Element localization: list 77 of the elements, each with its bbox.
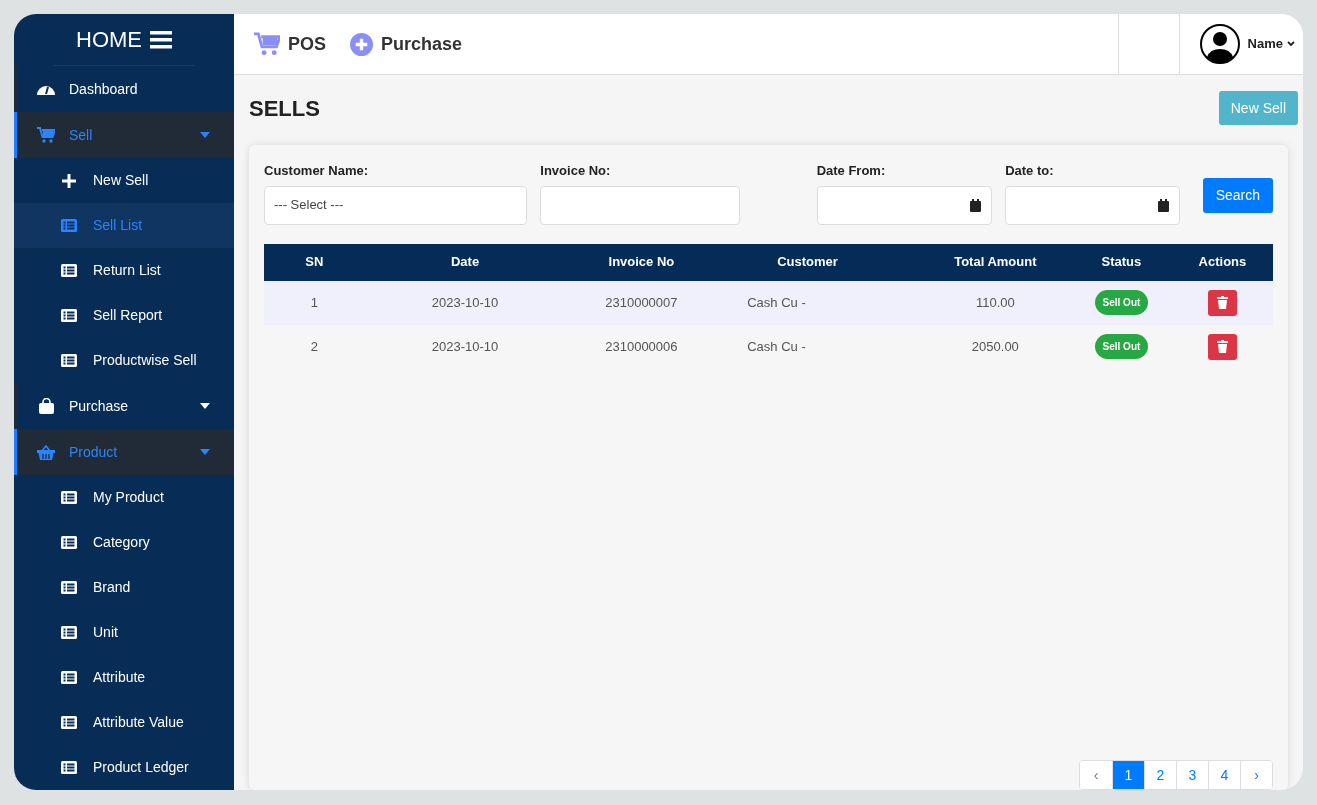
column-header: Total Amount (919, 243, 1071, 281)
table-cell: 2023-10-10 (431, 294, 499, 310)
sidebar-item[interactable]: Attribute Value (14, 700, 234, 745)
brand-title[interactable]: HOME (76, 23, 142, 56)
table-cell: 2 (310, 338, 318, 354)
field-label: Date to: (1005, 162, 1055, 180)
calendar-icon (1158, 198, 1170, 212)
sidebar-item[interactable]: Brand (14, 565, 234, 610)
table-cell: 110.00 (975, 294, 1015, 310)
top-link[interactable]: Purchase (350, 30, 463, 58)
list-icon (61, 581, 77, 594)
menu-icon[interactable] (150, 30, 172, 49)
page-link[interactable]: 1 (1112, 761, 1144, 789)
page-link[interactable]: › (1240, 761, 1272, 789)
sidebar-item[interactable]: Productwise Sell (14, 338, 234, 383)
table-cell: 2310000006 (605, 338, 678, 354)
calendar-icon (969, 198, 981, 212)
sidebar-item[interactable]: My Product (14, 475, 234, 520)
sidebar-item[interactable]: Sell Report (14, 293, 234, 338)
date-field[interactable] (816, 185, 992, 225)
table-cell: Cash Cu - (747, 338, 806, 354)
invoice-field[interactable] (540, 185, 741, 225)
page-title: SELLS (249, 95, 320, 123)
caret-icon (200, 132, 210, 138)
table-cell: 2023-10-10 (431, 338, 499, 354)
list-icon (61, 264, 77, 277)
top-link[interactable]: POS (254, 30, 326, 58)
list-icon (61, 536, 77, 549)
sidebar-item[interactable]: New Sell (14, 158, 234, 203)
list-icon (61, 716, 77, 729)
chevron-down-icon (1287, 41, 1295, 47)
avatar-icon[interactable] (1199, 24, 1240, 64)
table-cell: 2310000007 (605, 294, 678, 310)
column-header: SN (264, 243, 365, 281)
field-label: Customer Name: (264, 162, 370, 180)
delete-button[interactable] (1207, 289, 1237, 316)
column-header: Customer (717, 243, 920, 281)
bag-icon (38, 398, 54, 414)
list-icon (61, 671, 77, 684)
field-label: Invoice No: (540, 162, 612, 180)
sidebar-item[interactable]: Return List (14, 248, 234, 293)
column-header: Date (364, 243, 566, 281)
list-icon (61, 354, 77, 367)
column-header: Invoice No (565, 243, 718, 281)
column-header: Actions (1171, 243, 1273, 281)
list-icon (61, 761, 77, 774)
sidebar-item[interactable]: Product Ledger (14, 745, 234, 790)
cart-icon (254, 32, 280, 56)
list-icon (61, 219, 77, 232)
caret-icon (200, 449, 210, 455)
column-header: Status (1070, 243, 1172, 281)
table-cell: 2050.00 (971, 338, 1019, 354)
cart-icon (37, 127, 55, 143)
customer-select[interactable]: --- Select --- (264, 185, 527, 225)
trash-icon (1216, 296, 1228, 309)
basket-icon (37, 444, 55, 460)
list-icon (61, 309, 77, 322)
trash-icon (1216, 340, 1228, 353)
list-icon (61, 626, 77, 639)
search-button[interactable]: Search (1202, 178, 1273, 213)
status-badge: Sell Out (1094, 290, 1149, 315)
sidebar-item[interactable]: Unit (14, 610, 234, 655)
sidebar-item[interactable]: Category (14, 520, 234, 565)
list-icon (61, 491, 77, 504)
user-menu[interactable]: Name (1247, 34, 1295, 54)
table-cell: 1 (310, 294, 318, 310)
plus-icon (62, 173, 76, 188)
table-cell: Cash Cu - (747, 294, 806, 310)
caret-icon (200, 403, 210, 409)
plus-circle-icon (350, 32, 373, 56)
status-badge: Sell Out (1094, 334, 1149, 359)
field-label: Date From: (816, 162, 887, 180)
sidebar-item[interactable]: Sell (14, 112, 234, 158)
sidebar-item[interactable]: Attribute (14, 655, 234, 700)
sidebar-item[interactable]: Product (14, 429, 234, 475)
date-field[interactable] (1005, 185, 1181, 225)
delete-button[interactable] (1207, 333, 1237, 360)
